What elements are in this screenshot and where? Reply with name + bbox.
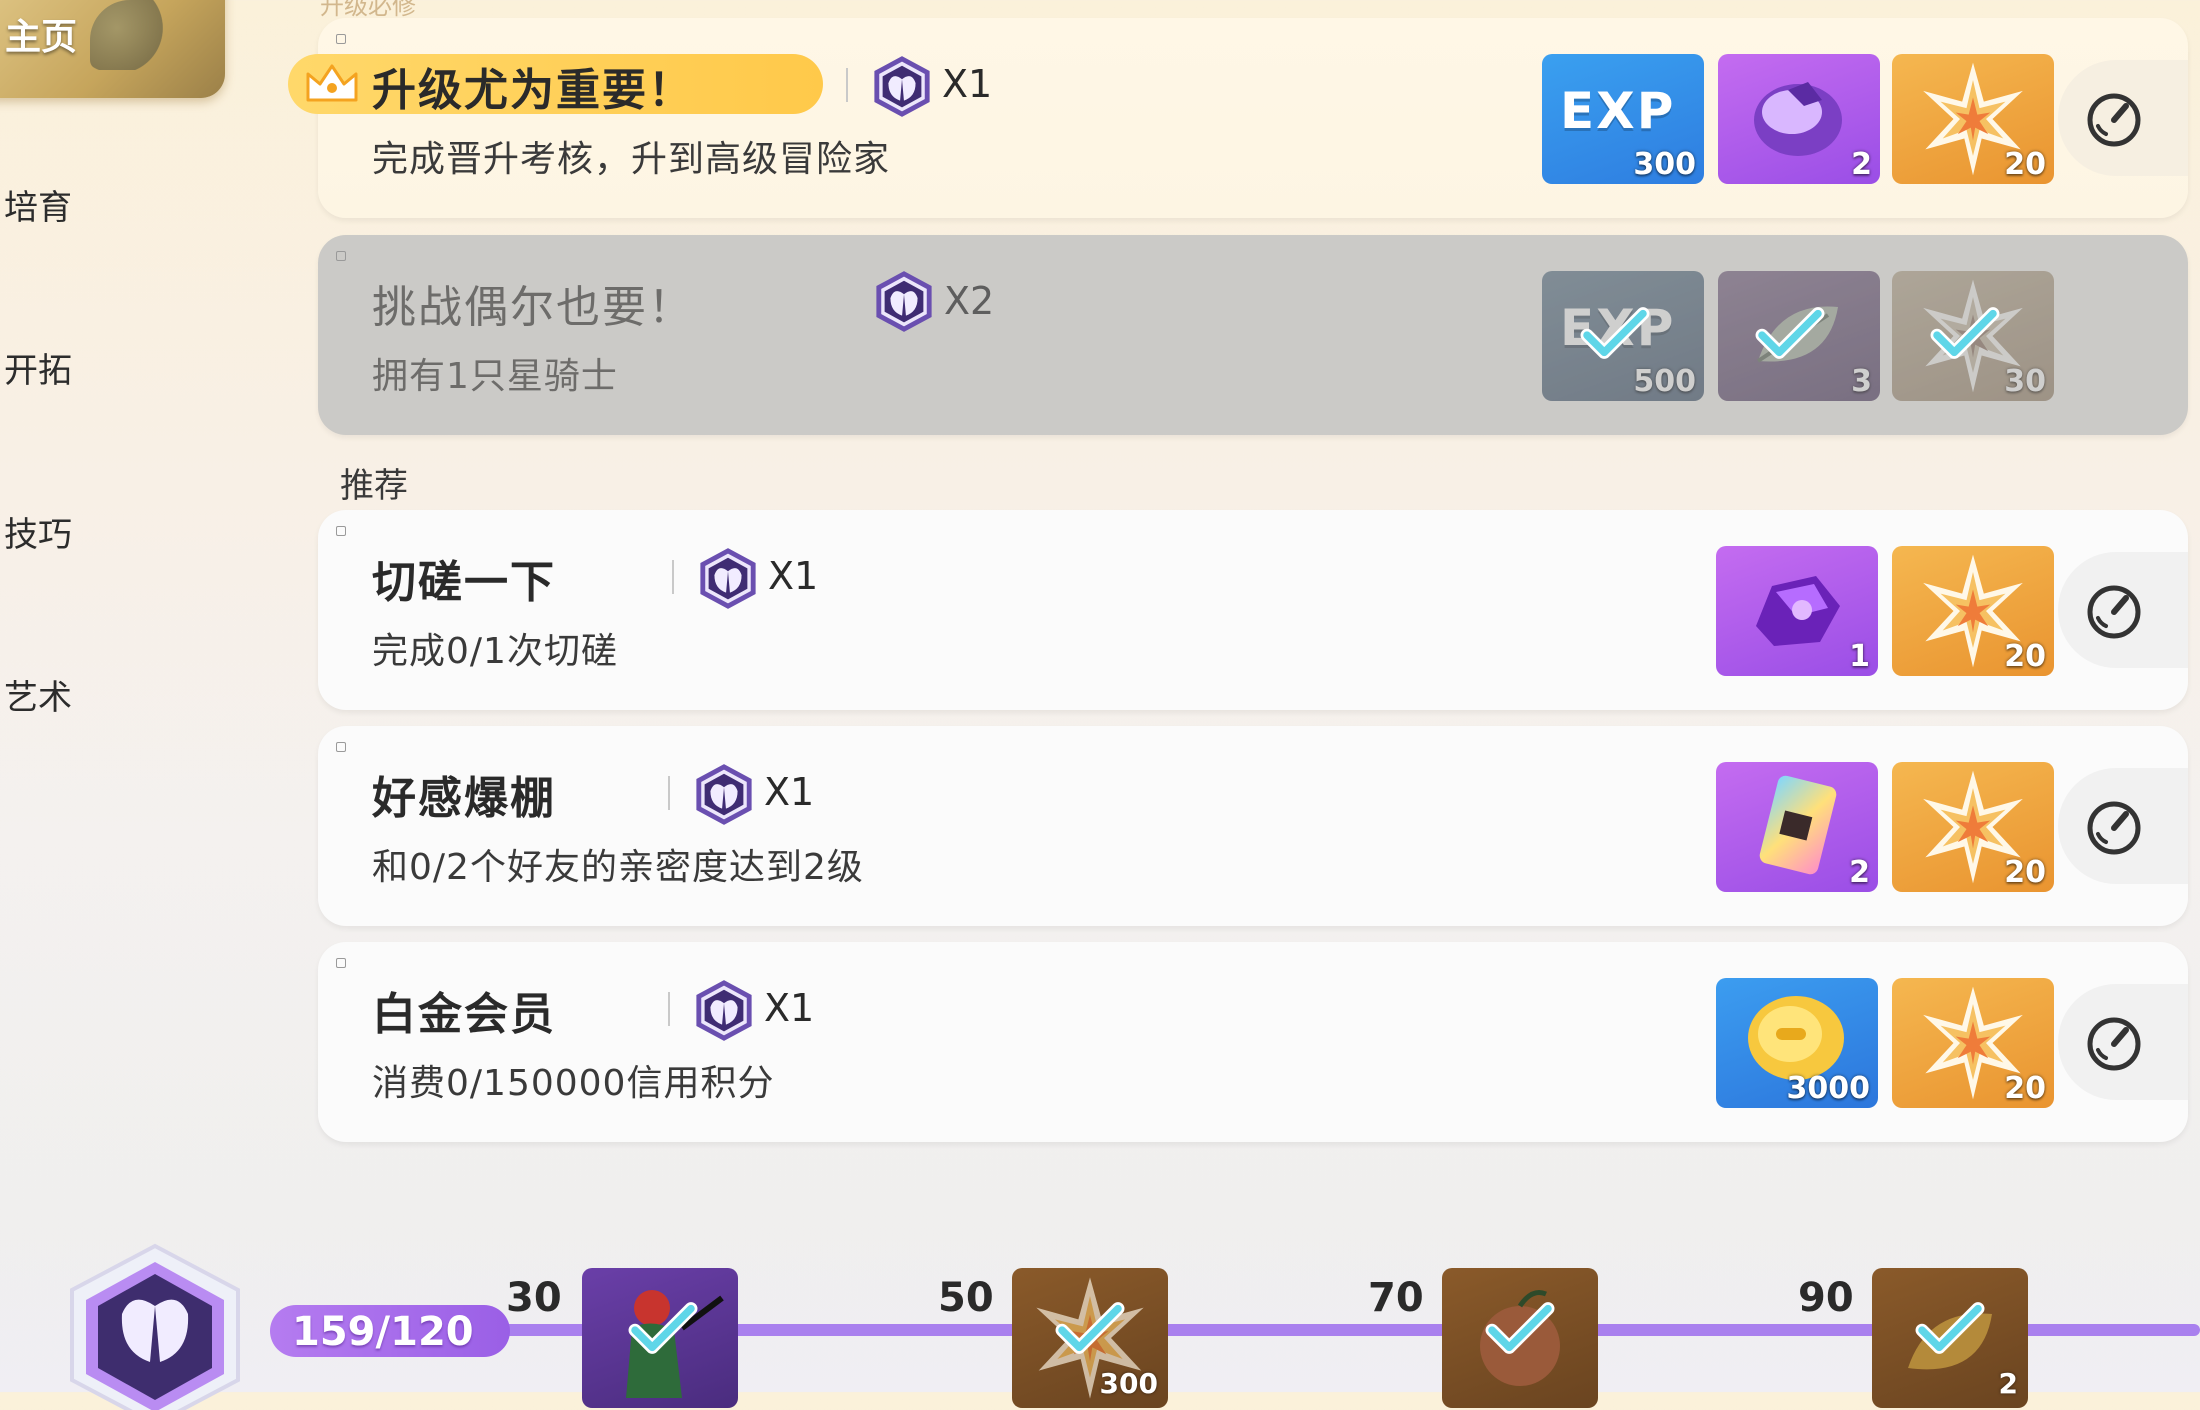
reward-star-shard[interactable]: 20	[1892, 762, 2054, 892]
rank-token-icon	[872, 271, 936, 333]
reward-count: 20	[2004, 147, 2046, 182]
nav-home-label: 主页	[5, 17, 78, 58]
go-button[interactable]	[2058, 984, 2188, 1100]
nav-item-skills[interactable]: 技巧	[4, 507, 72, 556]
card-marker	[336, 526, 346, 536]
divider	[846, 68, 848, 102]
reward-count: 2	[1849, 855, 1870, 890]
rank-token-icon	[696, 548, 760, 610]
claimed-check-icon	[628, 1300, 698, 1356]
progress-text: 159/120	[292, 1309, 474, 1355]
reward-count: 500	[1633, 364, 1696, 399]
task-desc: 完成0/1次切磋	[372, 631, 618, 672]
token-count: X1	[764, 770, 815, 814]
rank-badge-icon[interactable]	[60, 1240, 250, 1410]
card-marker	[336, 958, 346, 968]
token-count: X1	[942, 62, 993, 106]
go-icon	[2084, 1014, 2144, 1074]
rank-token-icon	[870, 56, 934, 118]
exp-icon: EXP	[1560, 82, 1676, 140]
rank-token-icon	[692, 764, 756, 826]
claimed-check-icon	[1485, 1300, 1555, 1356]
claimed-check-icon	[1580, 305, 1650, 361]
reward-exp[interactable]: EXP 300	[1542, 54, 1704, 184]
go-icon	[2084, 582, 2144, 642]
reward-count: 300	[1633, 147, 1696, 182]
reward-star-shard[interactable]: 20	[1892, 54, 2054, 184]
task-title: 白金会员	[372, 989, 556, 1040]
reward-count: 2	[1851, 147, 1872, 182]
reward-purple-crystal[interactable]: 2	[1718, 54, 1880, 184]
go-icon	[2084, 90, 2144, 150]
milestone-level: 50	[938, 1275, 994, 1321]
milestone-level: 70	[1368, 1275, 1424, 1321]
task-title: 挑战偶尔也要！	[372, 282, 694, 333]
card-marker	[336, 742, 346, 752]
crown-icon	[306, 64, 358, 102]
divider	[668, 992, 670, 1026]
milestone-count: 2	[1998, 1367, 2018, 1400]
reward-count: 20	[2004, 639, 2046, 674]
nav-home-tab[interactable]: 主页	[0, 0, 225, 98]
reward-count: 20	[2004, 1071, 2046, 1106]
task-desc: 完成晋升考核，升到高级冒险家	[372, 139, 891, 180]
home-tab-artwork	[90, 0, 180, 70]
card-marker	[336, 251, 346, 261]
task-card-challenge[interactable]: 挑战偶尔也要！ X2 拥有1只星骑士 EXP 500 3 30	[318, 235, 2188, 435]
claimed-check-icon	[1055, 1300, 1125, 1356]
go-button[interactable]	[2058, 768, 2188, 884]
card-marker	[336, 34, 346, 44]
task-title: 升级尤为重要！	[372, 65, 694, 116]
reward-count: 1	[1849, 639, 1870, 674]
task-card-affinity[interactable]: 好感爆棚 X1 和0/2个好友的亲密度达到2级 2 20	[318, 726, 2188, 926]
milestone-level: 90	[1798, 1275, 1854, 1321]
claimed-check-icon	[1915, 1300, 1985, 1356]
section-title-recommend: 推荐	[340, 466, 408, 506]
nav-item-cultivate[interactable]: 培育	[4, 180, 72, 229]
reward-count: 30	[2004, 364, 2046, 399]
divider	[668, 776, 670, 810]
task-card-spar[interactable]: 切磋一下 X1 完成0/1次切磋 1 20	[318, 510, 2188, 710]
task-title: 好感爆棚	[372, 773, 556, 824]
claimed-check-icon	[1755, 305, 1825, 361]
nav-item-explore[interactable]: 开拓	[4, 343, 72, 392]
nav-item-art[interactable]: 艺术	[4, 670, 72, 719]
token-count: X1	[764, 986, 815, 1030]
token-count: X2	[944, 279, 995, 323]
go-button[interactable]	[2058, 552, 2188, 668]
rank-token-icon	[692, 980, 756, 1042]
task-desc: 和0/2个好友的亲密度达到2级	[372, 847, 864, 888]
reward-rainbow-card[interactable]: 2	[1716, 762, 1878, 892]
task-card-platinum[interactable]: 白金会员 X1 消费0/150000信用积分 3000 20	[318, 942, 2188, 1142]
go-icon	[2084, 798, 2144, 858]
token-count: X1	[768, 554, 819, 598]
reward-count: 3000	[1786, 1071, 1871, 1106]
claimed-check-icon	[1930, 305, 2000, 361]
reward-purple-ore[interactable]: 1	[1716, 546, 1878, 676]
task-card-upgrade[interactable]: 升级尤为重要！ X1 完成晋升考核，升到高级冒险家 EXP 300 2 20	[288, 18, 2188, 218]
task-desc: 消费0/150000信用积分	[372, 1063, 775, 1104]
milestone-count: 300	[1099, 1367, 1158, 1400]
reward-count: 20	[2004, 855, 2046, 890]
task-title: 切磋一下	[372, 557, 556, 608]
reward-star-shard[interactable]: 20	[1892, 978, 2054, 1108]
milestone-level: 30	[506, 1275, 562, 1321]
divider	[672, 560, 674, 594]
task-desc: 拥有1只星骑士	[372, 356, 618, 397]
go-button[interactable]	[2058, 60, 2188, 176]
reward-gold-coin[interactable]: 3000	[1716, 978, 1878, 1108]
reward-count: 3	[1851, 364, 1872, 399]
progress-counter: 159/120	[270, 1305, 510, 1357]
reward-star-shard[interactable]: 20	[1892, 546, 2054, 676]
